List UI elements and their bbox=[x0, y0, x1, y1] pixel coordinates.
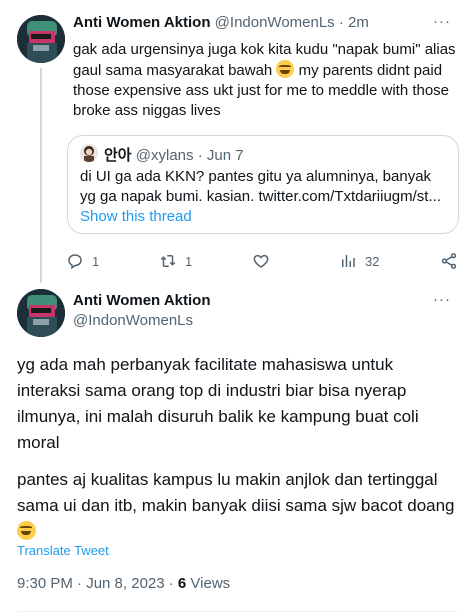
share-button[interactable] bbox=[440, 252, 458, 270]
avatar[interactable] bbox=[17, 289, 65, 337]
views-label: Views bbox=[186, 575, 231, 592]
tweet-paragraph-1: yg ada mah perbanyak facilitate mahasisw… bbox=[17, 355, 419, 452]
quote-text: di UI ga ada KKN? pantes gitu ya alumnin… bbox=[80, 168, 441, 205]
quote-separator: · bbox=[197, 147, 203, 164]
quote-avatar-image bbox=[84, 146, 94, 162]
more-options-button[interactable]: ··· bbox=[433, 291, 451, 308]
retweet-button[interactable]: 1 bbox=[159, 252, 192, 270]
quote-date[interactable]: Jun 7 bbox=[207, 147, 244, 164]
heart-icon bbox=[253, 254, 269, 268]
show-thread-link[interactable]: Show this thread bbox=[80, 208, 192, 225]
handle[interactable]: @IndonWomenLs bbox=[215, 14, 335, 31]
quoted-tweet[interactable]: 안아 @xylans · Jun 7 di UI ga ada KKN? pan… bbox=[67, 135, 459, 234]
tweet-text: gak ada urgensinya juga kok kita kudu "n… bbox=[73, 40, 461, 121]
timestamp[interactable]: 9:30 PM · Jun 8, 2023 · bbox=[17, 575, 178, 592]
thread-line bbox=[40, 68, 42, 283]
like-button[interactable] bbox=[252, 252, 270, 270]
views-count: 32 bbox=[365, 253, 380, 269]
display-name[interactable]: Anti Women Aktion bbox=[73, 14, 211, 31]
quote-handle[interactable]: @xylans bbox=[136, 147, 194, 164]
joy-emoji bbox=[276, 60, 295, 78]
handle[interactable]: @IndonWomenLs bbox=[73, 312, 193, 329]
avatar-image bbox=[17, 289, 65, 337]
avatar-image bbox=[17, 15, 65, 63]
share-icon bbox=[441, 253, 457, 269]
views-icon bbox=[342, 255, 355, 267]
rofl-emoji bbox=[17, 521, 36, 540]
reply-button[interactable]: 1 bbox=[66, 252, 99, 270]
more-options-button[interactable]: ··· bbox=[433, 13, 451, 30]
translate-tweet-link[interactable]: Translate Tweet bbox=[17, 543, 109, 558]
timestamp[interactable]: 2m bbox=[348, 14, 369, 31]
quote-avatar bbox=[80, 144, 98, 162]
reply-count: 1 bbox=[92, 253, 100, 269]
views-button[interactable]: 32 bbox=[339, 252, 379, 270]
reply-icon bbox=[68, 254, 82, 270]
separator: · bbox=[338, 14, 344, 31]
avatar[interactable] bbox=[17, 15, 65, 63]
tweet-paragraph-2-text: pantes aj kualitas kampus lu makin anjlo… bbox=[17, 470, 455, 515]
views-count: 6 bbox=[177, 575, 187, 592]
display-name[interactable]: Anti Women Aktion bbox=[73, 292, 211, 309]
tweet-meta: 9:30 PM · Jun 8, 2023 · 6 Views bbox=[17, 575, 230, 592]
tweet-paragraph-2: pantes aj kualitas kampus lu makin anjlo… bbox=[17, 467, 457, 545]
divider bbox=[17, 611, 457, 612]
retweet-count: 1 bbox=[185, 253, 193, 269]
quote-display-name[interactable]: 안아 bbox=[104, 147, 132, 164]
retweet-icon bbox=[160, 255, 176, 267]
